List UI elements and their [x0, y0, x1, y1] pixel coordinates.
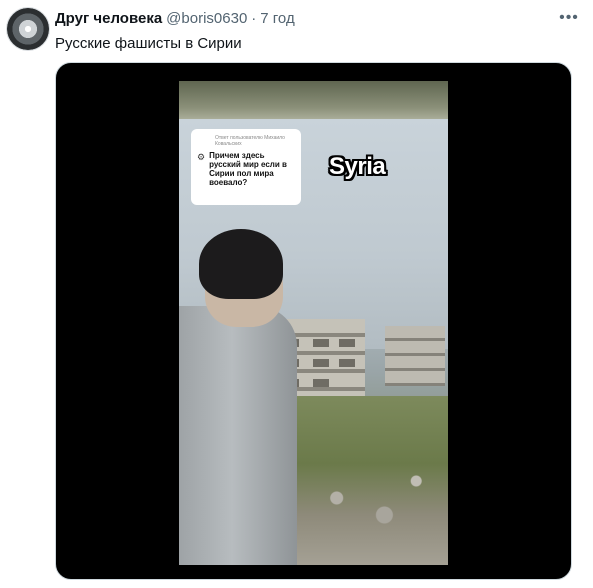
reply-icon: ⚙ — [197, 152, 206, 162]
video-frame[interactable]: Ответ пользователю Михаило Ковальских ⚙ … — [179, 81, 448, 565]
ceiling-edge — [179, 81, 448, 119]
avatar[interactable] — [6, 7, 50, 51]
person-jacket — [179, 306, 297, 565]
caption-row: ⚙ Причем здесь русский мир если в Сирии … — [197, 151, 295, 187]
display-name[interactable]: Друг человека — [55, 10, 162, 27]
caption-bubble: Ответ пользователю Михаило Ковальских ⚙ … — [191, 129, 301, 205]
caption-reply-to: Ответ пользователю Михаило Ковальских — [215, 135, 285, 147]
tweet-header: Друг человека @boris0630 · 7 год — [55, 10, 295, 30]
user-handle[interactable]: @boris0630 — [166, 10, 247, 27]
caption-text: Причем здесь русский мир если в Сирии по… — [209, 151, 287, 187]
separator-dot: · — [251, 10, 257, 27]
media-container[interactable]: Ответ пользователю Михаило Ковальских ⚙ … — [55, 62, 572, 580]
syria-overlay-label: Syria — [329, 153, 386, 180]
tweet[interactable]: Друг человека @boris0630 · 7 год ••• Рус… — [0, 0, 593, 588]
tweet-text: Русские фашисты в Сирии — [55, 35, 242, 52]
timestamp[interactable]: 7 год — [260, 10, 294, 27]
distant-building — [385, 326, 445, 386]
person-hat — [199, 229, 283, 299]
rubble-ground — [289, 396, 448, 565]
more-options-icon[interactable]: ••• — [559, 8, 579, 28]
